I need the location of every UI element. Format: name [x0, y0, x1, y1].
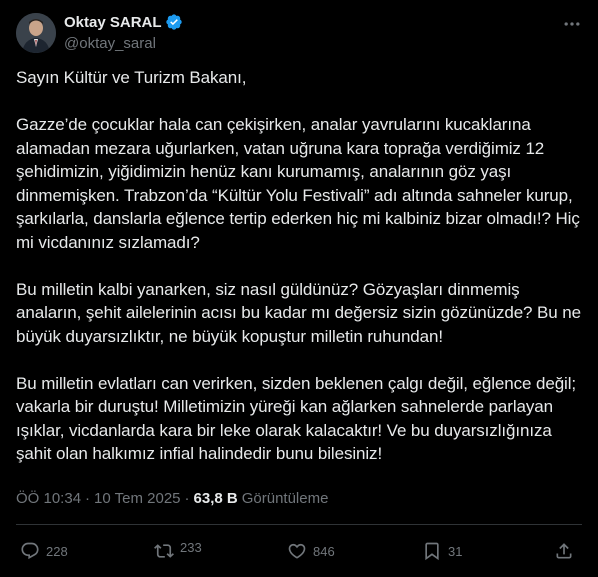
heart-icon — [287, 541, 307, 561]
tweet-paragraph: Bu milletin evlatları can verirken, sizd… — [16, 373, 577, 464]
bookmark-button[interactable]: 31 — [422, 541, 462, 561]
like-count: 846 — [313, 543, 335, 559]
divider — [16, 524, 582, 525]
bookmark-count: 31 — [448, 543, 463, 559]
share-button[interactable] — [554, 541, 574, 561]
action-bar: 228 233 846 31 — [16, 536, 582, 570]
tweet-paragraph: Sayın Kültür ve Turizm Bakanı, — [16, 68, 247, 87]
author-display-name[interactable]: Oktay SARAL — [64, 14, 162, 31]
more-options-icon[interactable] — [562, 14, 582, 34]
meta-separator: · — [85, 490, 91, 507]
tweet-text: Sayın Kültür ve Turizm Bakanı, Gazze’de … — [16, 66, 582, 489]
reply-button[interactable]: 228 — [20, 541, 68, 561]
share-icon — [554, 541, 574, 561]
views-count: 63,8 B — [193, 490, 238, 507]
like-button[interactable]: 846 — [287, 541, 335, 561]
avatar[interactable] — [16, 13, 56, 53]
author-handle[interactable]: @oktay_saral — [64, 35, 183, 52]
reply-icon — [20, 541, 40, 561]
display-name-row: Oktay SARAL — [64, 12, 183, 32]
tweet-paragraph: Gazze’de çocuklar hala can çekişirken, a… — [16, 115, 580, 252]
retweet-button[interactable]: 233 — [154, 541, 202, 561]
verified-badge-icon[interactable] — [165, 13, 183, 31]
retweet-count: 233 — [180, 539, 202, 555]
reply-count: 228 — [46, 543, 68, 559]
meta-separator: · — [184, 490, 190, 507]
retweet-icon — [154, 541, 174, 561]
tweet-date[interactable]: 10 Tem 2025 — [94, 490, 180, 507]
author-info: Oktay SARAL @oktay_saral — [64, 12, 183, 52]
tweet-paragraph: Bu milletin kalbi yanarken, siz nasıl gü… — [16, 279, 581, 346]
views-label: Görüntüleme — [241, 490, 329, 507]
tweet-header: Oktay SARAL @oktay_saral — [16, 12, 582, 56]
retweet-count-wrap: 233 — [180, 541, 202, 554]
tweet-time[interactable]: ÖÖ 10:34 — [16, 490, 81, 507]
tweet-card: Oktay SARAL @oktay_saral Sayın Kültür ve… — [0, 0, 598, 577]
bookmark-icon — [422, 541, 442, 561]
tweet-meta: ÖÖ 10:34 · 10 Tem 2025 · 63,8 B Görüntül… — [16, 490, 328, 507]
